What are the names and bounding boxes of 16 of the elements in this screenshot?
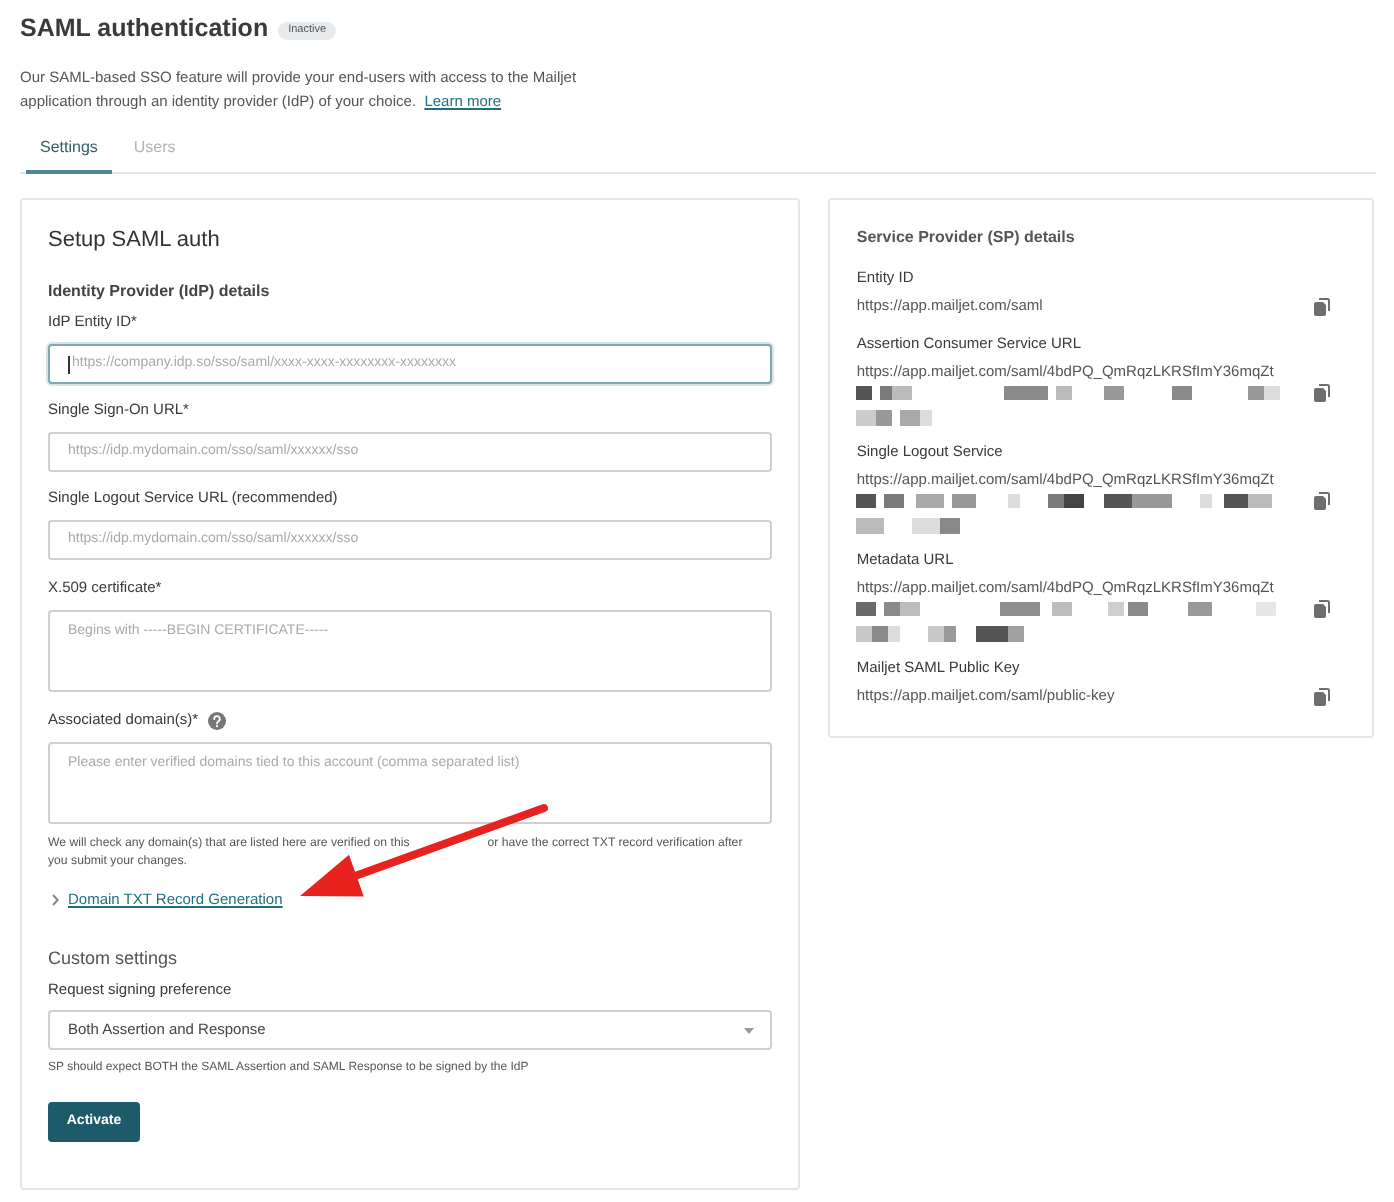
- copy-icon[interactable]: [1314, 384, 1330, 402]
- chevron-right-icon[interactable]: [50, 894, 60, 906]
- copy-icon[interactable]: [1314, 600, 1330, 618]
- section-heading: Identity Provider (IdP) details: [48, 280, 272, 304]
- dropdown-caret-icon: [744, 1027, 755, 1033]
- section-heading: Custom settings: [48, 946, 180, 972]
- card-title: Setup SAML auth: [48, 226, 222, 254]
- copy-icon[interactable]: [1314, 687, 1330, 705]
- copy-icon[interactable]: [1314, 492, 1330, 510]
- card-title: Service Provider (SP) details: [856, 226, 1077, 250]
- tab[interactable]: Users: [119, 124, 190, 174]
- page-title: SAML authentication: [20, 12, 269, 46]
- copy-icon[interactable]: [1314, 297, 1330, 315]
- tab[interactable]: Settings: [26, 124, 112, 174]
- help-icon[interactable]: [208, 711, 227, 729]
- text-cursor-icon: [68, 355, 70, 373]
